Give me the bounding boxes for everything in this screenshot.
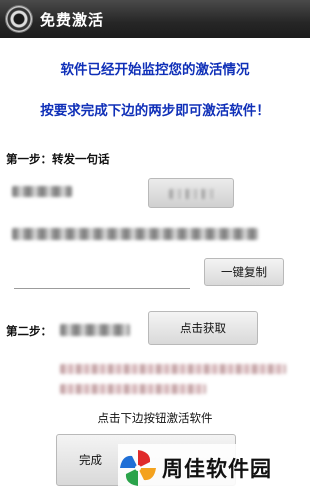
watermark: 周佳软件园 — [118, 444, 306, 492]
redacted-text — [12, 186, 72, 197]
copy-button[interactable]: 一键复制 — [204, 258, 284, 286]
instruction-text: 按要求完成下边的两步即可激活软件！ — [40, 103, 270, 119]
step2-label: 第二步： — [6, 324, 52, 338]
redacted-text — [60, 324, 130, 336]
pinwheel-logo-icon — [120, 450, 156, 486]
complete-button-label: 完成 — [79, 453, 102, 467]
redacted-share-sentence — [12, 228, 258, 240]
fetch-button[interactable]: 点击获取 — [148, 311, 258, 345]
redacted-code — [60, 364, 286, 374]
step1-label: 第一步：转发一句话 — [6, 152, 110, 166]
activate-hint: 点击下边按钮激活软件 — [97, 411, 213, 425]
monitoring-notice: 软件已经开始监控您的激活情况 — [60, 62, 250, 78]
title-bar: 免费激活 — [0, 0, 310, 38]
watermark-text: 周佳软件园 — [162, 457, 272, 481]
app-title: 免费激活 — [40, 10, 105, 29]
redacted-button[interactable] — [148, 178, 234, 208]
text-input[interactable] — [14, 264, 190, 289]
redacted-code — [60, 384, 206, 394]
app-logo-icon — [6, 6, 32, 32]
